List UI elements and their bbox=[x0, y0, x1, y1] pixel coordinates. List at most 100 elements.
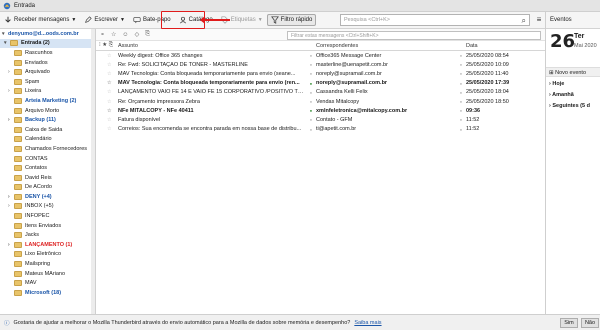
unread-dot-icon[interactable]: ● bbox=[306, 99, 316, 104]
message-correspondent: Vendas Mitalcopy bbox=[316, 98, 360, 105]
folder-item[interactable]: Mailspring bbox=[0, 259, 95, 269]
table-row[interactable]: ☆ NFe MITALCOPY - NFe 40411 ● xmlnfeletroni… bbox=[96, 106, 545, 115]
star-icon[interactable]: ☆ bbox=[96, 108, 118, 114]
folder-icon bbox=[14, 49, 22, 56]
table-row[interactable]: ☆ Re: Orçamento impressora Zebra ● Vendas M… bbox=[96, 97, 545, 106]
star-icon[interactable]: ☆ bbox=[96, 71, 118, 77]
message-subject: MAV Tecnologia: Conta bloqueada temporar… bbox=[118, 80, 300, 87]
unread-dot-icon[interactable]: ● bbox=[306, 53, 316, 58]
folder-item[interactable]: Microsoft (18) bbox=[0, 288, 95, 298]
folder-item[interactable]: Rascunhos bbox=[0, 48, 95, 58]
contact-filter-icon[interactable]: ☺ bbox=[122, 32, 128, 38]
folder-item[interactable]: Enviados bbox=[0, 58, 95, 68]
star-icon[interactable]: ☆ bbox=[96, 89, 118, 95]
folder-item[interactable]: Caixa de Saida bbox=[0, 125, 95, 135]
attachment-filter-icon[interactable]: ⎘ bbox=[145, 31, 150, 38]
star-icon[interactable]: ☆ bbox=[96, 117, 118, 123]
junk-status-icon[interactable]: ● bbox=[456, 53, 466, 58]
filter-messages-input[interactable]: Filtrar estas mensagens <Ctrl+Shift+K> bbox=[287, 31, 541, 40]
write-button[interactable]: Escrever ▼ bbox=[80, 14, 129, 26]
folder-item[interactable]: › LANÇAMENTO (1) bbox=[0, 240, 95, 250]
folder-item[interactable]: › DENY (+4) bbox=[0, 192, 95, 202]
folder-item[interactable]: Arquivo Morto bbox=[0, 106, 95, 116]
receive-messages-button[interactable]: Receber mensagens ▼ bbox=[0, 14, 80, 26]
table-row[interactable]: ☆ Re: Fwd: SOLICITAÇÃO DE TONER - MASTERL… bbox=[96, 60, 545, 69]
table-row[interactable]: ☆ MAV Tecnologia: Conta bloqueada tempora… bbox=[96, 69, 545, 78]
folder-item[interactable]: De ACordo bbox=[0, 183, 95, 193]
folder-icon bbox=[14, 145, 22, 152]
event-group-upcoming[interactable]: › Seguintes (5 d bbox=[549, 103, 590, 109]
learn-more-link[interactable]: Saiba mais bbox=[354, 320, 381, 326]
folder-item[interactable]: Chamados Fornecedores bbox=[0, 144, 95, 154]
folder-item[interactable]: Calendário bbox=[0, 135, 95, 145]
account-row[interactable]: ▾ denyumo@d...oods.com.br bbox=[0, 29, 95, 39]
table-row[interactable]: ☆ MAV Tecnologia: Conta bloqueada tempora… bbox=[96, 79, 545, 88]
junk-status-icon[interactable]: ● bbox=[456, 81, 466, 86]
folder-item[interactable]: ▾ Entrada (2) bbox=[0, 38, 95, 49]
folder-item[interactable]: CONTAS bbox=[0, 154, 95, 164]
junk-status-icon[interactable]: ● bbox=[456, 62, 466, 67]
folder-item[interactable]: David Reis bbox=[0, 173, 95, 183]
tag-filter-icon[interactable]: ◇ bbox=[135, 31, 140, 38]
unread-dot-icon[interactable]: ● bbox=[306, 71, 316, 76]
search-icon[interactable]: ⌕ bbox=[522, 16, 526, 26]
junk-status-icon[interactable]: ● bbox=[456, 108, 466, 113]
event-group-tomorrow[interactable]: › Amanhã bbox=[549, 92, 574, 98]
folder-icon bbox=[14, 184, 22, 191]
new-event-button[interactable]: ⊞ Novo evento bbox=[546, 67, 600, 77]
table-row[interactable]: ☆ Fatura disponível ● Contato - GFM ● 11:52 bbox=[96, 115, 545, 124]
folder-item[interactable]: Lixo Eletrônico bbox=[0, 250, 95, 260]
unread-dot-icon[interactable]: ● bbox=[306, 127, 316, 132]
no-button[interactable]: Não bbox=[581, 318, 599, 328]
unread-filter-icon[interactable]: ⚬ bbox=[100, 31, 105, 38]
star-icon[interactable]: ☆ bbox=[96, 53, 118, 59]
thread-star-attach-columns[interactable]: ⁝ ★ ⎘ bbox=[96, 42, 118, 49]
column-date[interactable]: Data bbox=[456, 43, 536, 49]
folder-item[interactable]: Arteia Marketing (2) bbox=[0, 96, 95, 106]
unread-dot-icon[interactable]: ● bbox=[306, 117, 316, 122]
unread-dot-icon[interactable]: ● bbox=[306, 62, 316, 67]
folder-item[interactable]: › Backup (11) bbox=[0, 115, 95, 125]
table-row[interactable]: ☆ Weekly digest: Office 365 changes ● Offic… bbox=[96, 51, 545, 60]
folder-item[interactable]: Contatos bbox=[0, 163, 95, 173]
junk-status-icon[interactable]: ● bbox=[456, 117, 466, 122]
quick-filter-button[interactable]: Filtro rápido bbox=[266, 14, 317, 26]
folder-scrollbar[interactable] bbox=[91, 29, 95, 314]
folder-item[interactable]: Spam bbox=[0, 77, 95, 87]
table-row[interactable]: ☆ LANÇAMENTO VAIO FE 14 E VAIO FE 15 CORP… bbox=[96, 88, 545, 97]
unread-dot-icon[interactable]: ● bbox=[306, 81, 316, 86]
star-icon[interactable]: ☆ bbox=[96, 99, 118, 105]
unread-dot-icon[interactable]: ● bbox=[306, 90, 316, 95]
column-correspondents[interactable]: Correspondentes bbox=[306, 43, 456, 49]
junk-status-icon[interactable]: ● bbox=[456, 127, 466, 132]
folder-label: Rascunhos bbox=[25, 49, 53, 56]
star-icon[interactable]: ☆ bbox=[96, 126, 118, 132]
chevron-down-icon[interactable]: ▼ bbox=[71, 17, 76, 23]
folder-item[interactable]: › Arquivado bbox=[0, 67, 95, 77]
junk-status-icon[interactable]: ● bbox=[456, 71, 466, 76]
folder-item[interactable]: MAV bbox=[0, 278, 95, 288]
chevron-down-icon[interactable]: ▼ bbox=[120, 17, 125, 23]
folder-item[interactable]: INFOPEC bbox=[0, 211, 95, 221]
yes-button[interactable]: Sim bbox=[560, 318, 578, 328]
folder-label: Entrada (2) bbox=[21, 40, 50, 47]
unread-dot-icon[interactable]: ● bbox=[306, 108, 316, 113]
event-group-today[interactable]: › Hoje bbox=[549, 81, 564, 87]
folder-item[interactable]: Jacks bbox=[0, 230, 95, 240]
search-input[interactable]: Pesquisa <Ctrl+K> ⌕ bbox=[340, 14, 530, 26]
column-subject[interactable]: Assunto bbox=[118, 43, 306, 49]
folder-item[interactable]: Itens Enviados bbox=[0, 221, 95, 231]
folder-item[interactable]: › INBOX (+5) bbox=[0, 202, 95, 212]
folder-item[interactable]: Mateus MAriano bbox=[0, 269, 95, 279]
star-filter-icon[interactable]: ☆ bbox=[111, 31, 116, 38]
star-icon[interactable]: ☆ bbox=[96, 62, 118, 68]
app-menu-icon[interactable]: ≡ bbox=[534, 14, 544, 26]
tab-entrada[interactable]: Entrada bbox=[3, 2, 35, 10]
junk-status-icon[interactable]: ● bbox=[456, 90, 466, 95]
folder-item[interactable]: › Lixeira bbox=[0, 87, 95, 97]
event-group-label: Seguintes (5 d bbox=[552, 103, 590, 109]
chevron-down-icon[interactable]: ▼ bbox=[258, 17, 263, 23]
table-row[interactable]: ☆ Correios: Sua encomenda se encontra par… bbox=[96, 125, 545, 134]
star-icon[interactable]: ☆ bbox=[96, 80, 118, 86]
junk-status-icon[interactable]: ● bbox=[456, 99, 466, 104]
